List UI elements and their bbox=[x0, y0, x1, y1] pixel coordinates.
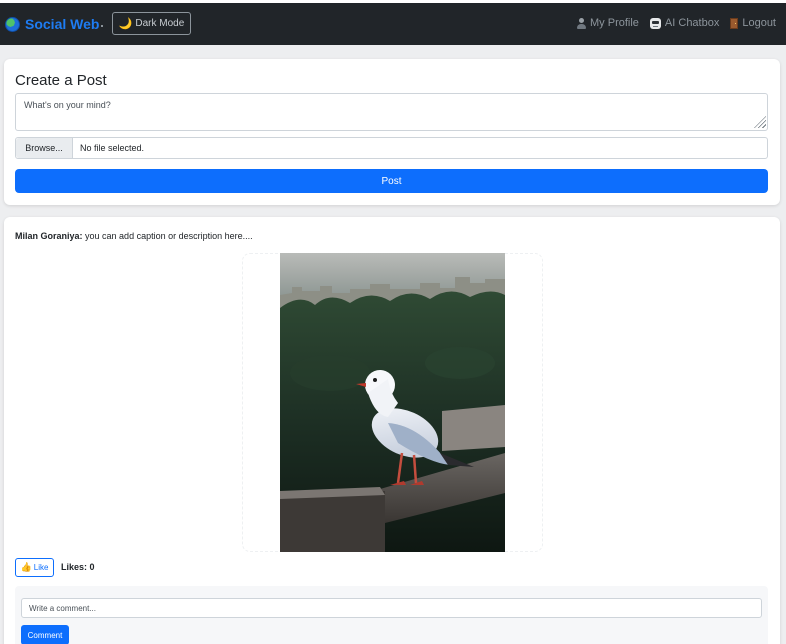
navbar: Social Web 🌙 Dark Mode My Profile AI Cha… bbox=[0, 3, 786, 45]
wall-front bbox=[280, 491, 385, 552]
nav-link-label: Logout bbox=[742, 17, 776, 29]
create-post-card: Create a Post Browse... No file selected… bbox=[4, 59, 780, 205]
person-icon bbox=[577, 17, 587, 29]
file-status: No file selected. bbox=[80, 143, 145, 153]
nav-link-label: My Profile bbox=[590, 17, 639, 29]
robot-icon bbox=[649, 17, 661, 29]
brand-dot bbox=[101, 25, 104, 27]
post-image[interactable] bbox=[280, 253, 505, 552]
create-post-title: Create a Post bbox=[15, 72, 107, 89]
likes-count: Likes: 0 bbox=[61, 562, 95, 572]
comment-section: Comment bbox=[15, 586, 768, 644]
moon-icon: 🌙 bbox=[118, 18, 133, 30]
dark-mode-label: Dark Mode bbox=[135, 18, 185, 29]
brand-name: Social Web bbox=[25, 16, 100, 32]
comment-input[interactable] bbox=[21, 598, 762, 618]
dark-mode-button[interactable]: 🌙 Dark Mode bbox=[112, 12, 191, 35]
like-button[interactable]: 👍 Like bbox=[15, 558, 54, 577]
post-textarea[interactable] bbox=[15, 93, 768, 131]
comment-button[interactable]: Comment bbox=[21, 625, 69, 644]
nav-link-logout[interactable]: Logout bbox=[730, 17, 776, 29]
tree-highlight bbox=[290, 355, 370, 391]
wall-block-right bbox=[442, 405, 505, 451]
post-card: Milan Goraniya: you can add caption or d… bbox=[4, 217, 780, 644]
door-icon bbox=[730, 17, 739, 29]
globe-icon bbox=[5, 16, 20, 32]
seagull-eye bbox=[373, 378, 377, 382]
thumbs-up-icon: 👍 bbox=[20, 562, 32, 572]
post-caption: Milan Goraniya: you can add caption or d… bbox=[15, 231, 253, 241]
nav-link-label: AI Chatbox bbox=[664, 17, 720, 29]
like-label: Like bbox=[33, 563, 49, 572]
post-button[interactable]: Post bbox=[15, 169, 768, 193]
brand-link[interactable]: Social Web bbox=[5, 14, 104, 34]
nav-link-my-profile[interactable]: My Profile bbox=[577, 17, 639, 29]
post-author: Milan Goraniya: bbox=[15, 231, 83, 241]
file-input[interactable]: Browse... No file selected. bbox=[15, 137, 768, 159]
nav-link-ai-chatbox[interactable]: AI Chatbox bbox=[649, 17, 720, 29]
browse-button[interactable]: Browse... bbox=[16, 138, 73, 158]
post-caption-text: you can add caption or description here.… bbox=[85, 231, 253, 241]
nav-links: My Profile AI Chatbox Logout bbox=[577, 17, 776, 29]
tree-highlight bbox=[425, 347, 495, 379]
